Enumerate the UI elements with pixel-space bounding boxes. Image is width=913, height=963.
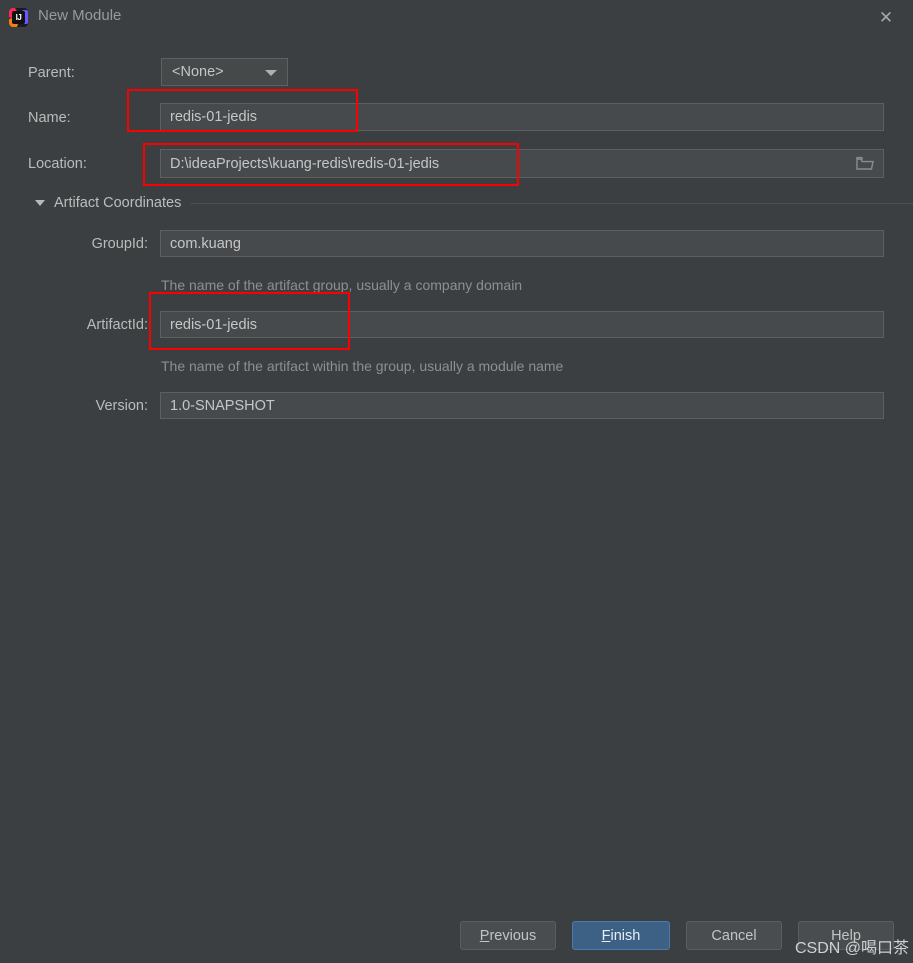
help-button-label: Help [831,927,861,944]
section-divider [191,202,913,204]
folder-glyph [856,156,874,170]
parent-dropdown-value: <None> [172,64,224,80]
chevron-down-icon [265,70,277,76]
artifact-id-input[interactable]: redis-01-jedis [160,311,884,338]
previous-button-label: revious [489,927,537,944]
help-button[interactable]: Help [798,921,894,950]
finish-button-label: inish [610,927,641,944]
intellij-idea-logo-icon: IJ [9,8,28,27]
artifact-id-label: ArtifactId: [86,317,148,333]
previous-button[interactable]: Previous [460,921,556,950]
artifact-id-input-value: redis-01-jedis [170,316,258,333]
name-label: Name: [28,110,71,126]
version-input-value: 1.0-SNAPSHOT [170,397,275,414]
finish-button[interactable]: Finish [572,921,670,950]
dialog-title: New Module [38,7,122,24]
parent-label: Parent: [28,65,75,81]
cancel-button[interactable]: Cancel [686,921,782,950]
logo-core-text: IJ [12,11,25,24]
group-id-hint: The name of the artifact group, usually … [161,277,523,293]
location-label: Location: [28,156,87,172]
group-id-input-value: com.kuang [170,235,241,252]
parent-dropdown[interactable]: <None> [161,58,288,86]
location-input[interactable]: D:\ideaProjects\kuang-redis\redis-01-jed… [160,149,884,178]
location-input-value: D:\ideaProjects\kuang-redis\redis-01-jed… [170,155,440,172]
previous-button-mnemonic: P [479,927,490,944]
version-input[interactable]: 1.0-SNAPSHOT [160,392,884,419]
chevron-down-icon-section[interactable] [35,200,45,206]
finish-button-mnemonic: F [601,927,611,944]
artifact-id-hint: The name of the artifact within the grou… [161,358,564,374]
name-input-value: redis-01-jedis [170,109,258,125]
dialog-title-bar: IJ New Module ✕ [0,0,913,36]
artifact-coordinates-title: Artifact Coordinates [54,195,182,211]
folder-icon[interactable] [852,150,878,176]
group-id-label: GroupId: [91,236,148,252]
version-label: Version: [95,398,148,414]
name-input[interactable]: redis-01-jedis [160,103,884,131]
group-id-input[interactable]: com.kuang [160,230,884,257]
artifact-coordinates-section-header[interactable]: Artifact Coordinates [35,195,913,211]
cancel-button-label: Cancel [711,927,757,944]
close-icon[interactable]: ✕ [873,7,899,29]
